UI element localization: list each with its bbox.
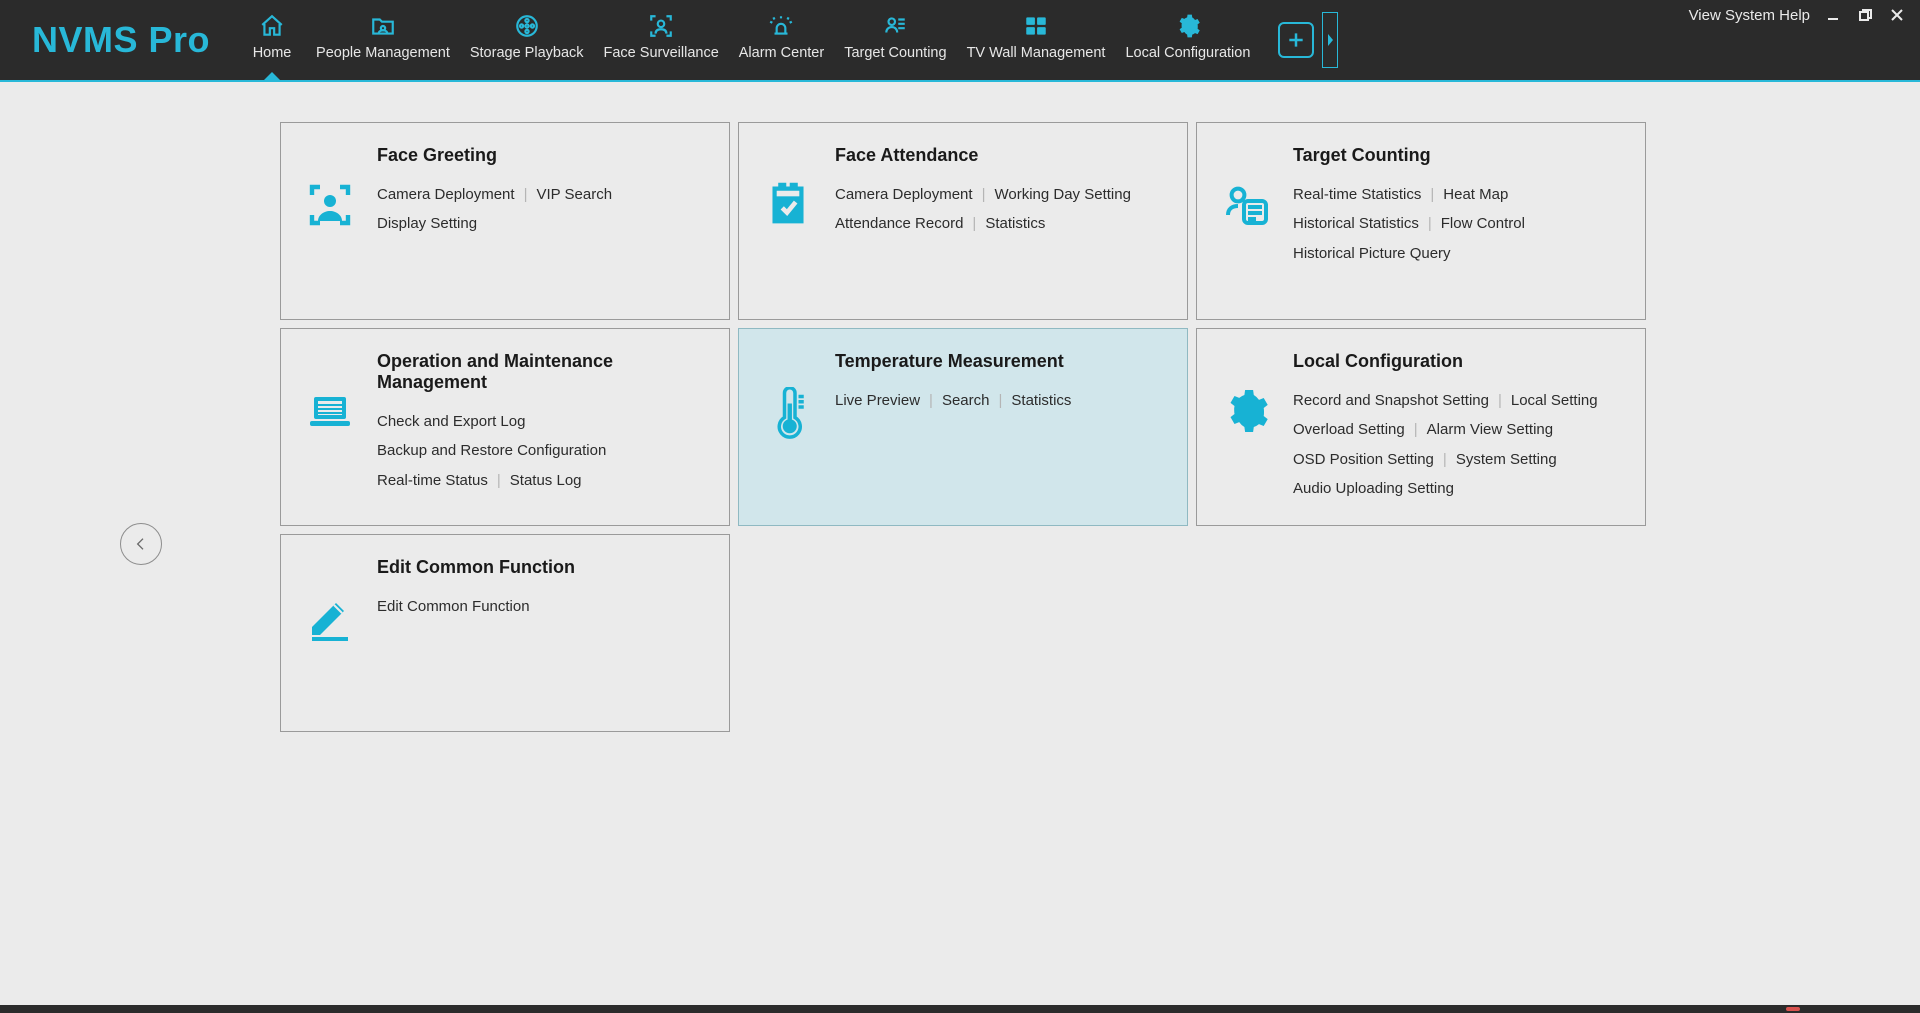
close-button[interactable] (1888, 6, 1906, 24)
link-camera-deployment[interactable]: Camera Deployment (835, 180, 973, 209)
card-face-greeting: Face Greeting Camera Deployment| VIP Sea… (280, 122, 730, 320)
face-scan-icon (648, 10, 674, 42)
home-icon (259, 10, 285, 42)
card-temperature-measurement: Temperature Measurement Live Preview| Se… (738, 328, 1188, 526)
folder-people-icon (369, 10, 397, 42)
nav-label: Target Counting (844, 45, 946, 61)
link-flow-control[interactable]: Flow Control (1441, 209, 1525, 238)
system-help-link[interactable]: View System Help (1689, 7, 1810, 24)
cards-grid: Face Greeting Camera Deployment| VIP Sea… (280, 122, 1650, 732)
card-links: Camera Deployment| VIP Search Display Se… (377, 180, 709, 239)
link-historical-statistics[interactable]: Historical Statistics (1293, 209, 1419, 238)
alarm-icon (767, 10, 795, 42)
topbar: NVMS Pro Home People Management Storage … (0, 0, 1920, 80)
nav-label: Alarm Center (739, 45, 824, 61)
link-system-setting[interactable]: System Setting (1456, 445, 1557, 474)
add-tab-button[interactable] (1278, 22, 1314, 58)
link-vip-search[interactable]: VIP Search (536, 180, 612, 209)
maximize-button[interactable] (1856, 6, 1874, 24)
link-camera-deployment[interactable]: Camera Deployment (377, 180, 515, 209)
thermometer-icon (759, 351, 817, 505)
link-realtime-statistics[interactable]: Real-time Statistics (1293, 180, 1421, 209)
nav-label: People Management (316, 45, 450, 61)
card-face-attendance: Face Attendance Camera Deployment| Worki… (738, 122, 1188, 320)
card-title: Target Counting (1293, 145, 1625, 166)
link-osd-position-setting[interactable]: OSD Position Setting (1293, 445, 1434, 474)
card-links: Edit Common Function (377, 592, 709, 621)
link-display-setting[interactable]: Display Setting (377, 209, 477, 238)
expand-nav-button[interactable] (1322, 12, 1338, 68)
nav-label: Face Surveillance (604, 45, 719, 61)
card-local-configuration: Local Configuration Record and Snapshot … (1196, 328, 1646, 526)
face-greeting-icon (301, 145, 359, 299)
link-statistics[interactable]: Statistics (985, 209, 1045, 238)
status-bar (0, 1005, 1920, 1013)
card-title: Face Attendance (835, 145, 1167, 166)
gear-card-icon (1217, 351, 1275, 505)
card-title: Operation and Maintenance Management (377, 351, 709, 393)
link-attendance-record[interactable]: Attendance Record (835, 209, 963, 238)
app-brand: NVMS Pro (0, 0, 238, 80)
nav-label: Local Configuration (1125, 45, 1250, 61)
target-counting-card-icon (1217, 145, 1275, 299)
card-edit-common-function: Edit Common Function Edit Common Functio… (280, 534, 730, 732)
laptop-icon (301, 351, 359, 505)
tv-wall-icon (1022, 10, 1050, 42)
link-audio-uploading-setting[interactable]: Audio Uploading Setting (1293, 474, 1454, 503)
card-links: Record and Snapshot Setting| Local Setti… (1293, 386, 1625, 503)
nav-alarm-center[interactable]: Alarm Center (729, 0, 834, 80)
link-realtime-status[interactable]: Real-time Status (377, 466, 488, 495)
target-counting-icon (881, 10, 909, 42)
link-record-snapshot-setting[interactable]: Record and Snapshot Setting (1293, 386, 1489, 415)
card-title: Local Configuration (1293, 351, 1625, 372)
nav-add-group (1278, 0, 1338, 80)
link-live-preview[interactable]: Live Preview (835, 386, 920, 415)
nav-face-surveillance[interactable]: Face Surveillance (594, 0, 729, 80)
edit-icon (301, 557, 359, 711)
link-status-log[interactable]: Status Log (510, 466, 582, 495)
card-om-management: Operation and Maintenance Management Che… (280, 328, 730, 526)
link-historical-picture-query[interactable]: Historical Picture Query (1293, 239, 1451, 268)
nav-target-counting[interactable]: Target Counting (834, 0, 956, 80)
card-title: Edit Common Function (377, 557, 709, 578)
link-heat-map[interactable]: Heat Map (1443, 180, 1508, 209)
nav-storage-playback[interactable]: Storage Playback (460, 0, 594, 80)
film-reel-icon (513, 10, 541, 42)
link-check-export-log[interactable]: Check and Export Log (377, 407, 525, 436)
nav-home[interactable]: Home (238, 0, 306, 80)
nav-people-management[interactable]: People Management (306, 0, 460, 80)
gear-icon (1175, 10, 1201, 42)
nav-tv-wall[interactable]: TV Wall Management (957, 0, 1116, 80)
link-alarm-view-setting[interactable]: Alarm View Setting (1427, 415, 1553, 444)
card-links: Live Preview| Search| Statistics (835, 386, 1167, 415)
nav-label: TV Wall Management (967, 45, 1106, 61)
main-nav: Home People Management Storage Playback … (238, 0, 1260, 80)
face-attendance-icon (759, 145, 817, 299)
minimize-button[interactable] (1824, 6, 1842, 24)
card-links: Real-time Statistics| Heat Map Historica… (1293, 180, 1625, 268)
card-links: Camera Deployment| Working Day Setting A… (835, 180, 1167, 239)
page-prev-button[interactable] (120, 523, 162, 565)
link-edit-common-function[interactable]: Edit Common Function (377, 592, 530, 621)
link-working-day-setting[interactable]: Working Day Setting (994, 180, 1130, 209)
card-target-counting: Target Counting Real-time Statistics| He… (1196, 122, 1646, 320)
link-local-setting[interactable]: Local Setting (1511, 386, 1598, 415)
nav-label: Storage Playback (470, 45, 584, 61)
nav-label: Home (253, 45, 292, 61)
link-overload-setting[interactable]: Overload Setting (1293, 415, 1405, 444)
system-controls: View System Help (1689, 6, 1906, 24)
link-search[interactable]: Search (942, 386, 990, 415)
workspace: Face Greeting Camera Deployment| VIP Sea… (0, 80, 1920, 1005)
nav-local-configuration[interactable]: Local Configuration (1115, 0, 1260, 80)
link-statistics[interactable]: Statistics (1011, 386, 1071, 415)
link-backup-restore[interactable]: Backup and Restore Configuration (377, 436, 606, 465)
card-title: Face Greeting (377, 145, 709, 166)
card-links: Check and Export Log Backup and Restore … (377, 407, 709, 495)
card-title: Temperature Measurement (835, 351, 1167, 372)
